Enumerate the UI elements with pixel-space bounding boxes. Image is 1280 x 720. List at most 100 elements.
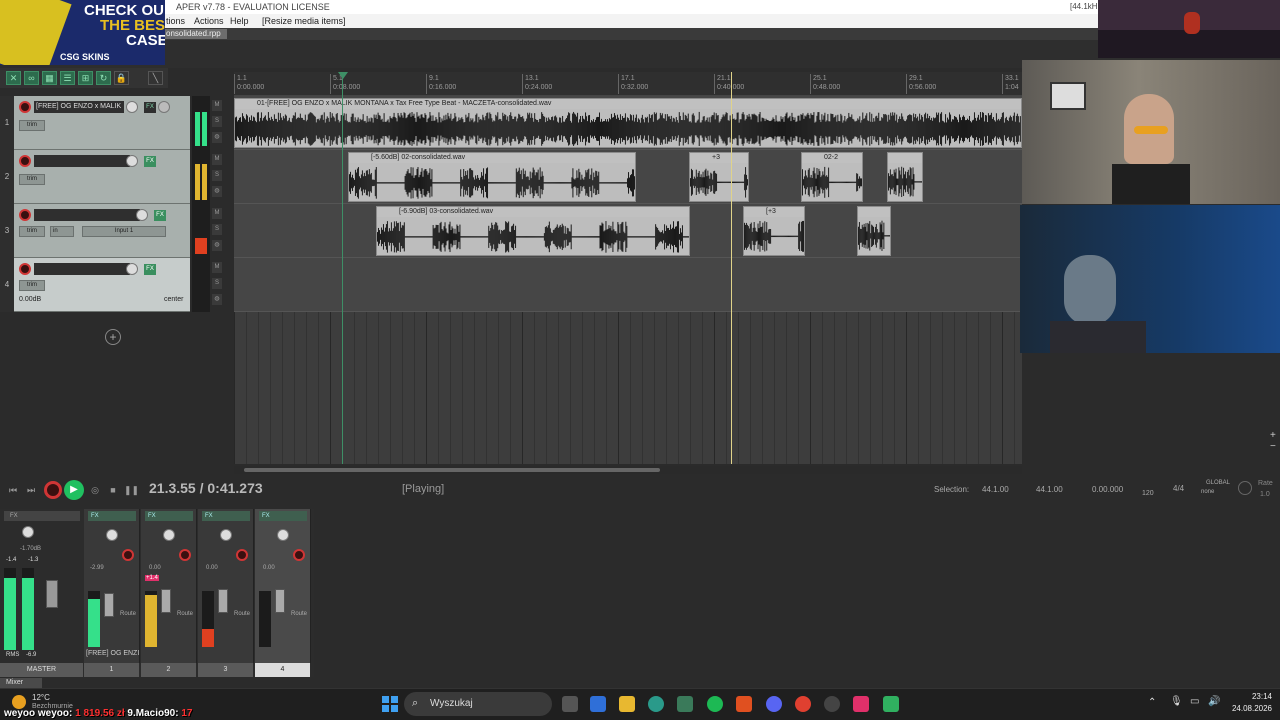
fx-button[interactable]: FX	[202, 511, 250, 521]
snap-icon[interactable]: ⊞	[78, 71, 93, 85]
solo-button[interactable]: S	[212, 278, 222, 289]
mixer-strip-2[interactable]: FX 0.00 +1.4 Route	[141, 509, 197, 669]
horizontal-scrollbar[interactable]	[234, 466, 1022, 474]
media-item[interactable]: 02-2	[801, 152, 863, 202]
master-pan-knob[interactable]	[22, 526, 34, 538]
trim-button[interactable]: trim	[19, 174, 45, 185]
pan-knob[interactable]	[158, 101, 170, 113]
route-button[interactable]: Route	[177, 611, 193, 617]
track-name[interactable]	[34, 263, 130, 275]
mixer-label-master[interactable]: MASTER	[0, 663, 84, 677]
record-arm-button[interactable]	[179, 549, 191, 561]
track-name[interactable]	[34, 155, 130, 167]
loop-toggle-icon[interactable]: ◎	[88, 483, 102, 497]
record-arm-button[interactable]	[19, 155, 31, 167]
mixer-strip-1[interactable]: FX -2.99 Route [FREE] OG ENZI	[84, 509, 140, 669]
grid-toggle-icon[interactable]: ✕	[6, 71, 21, 85]
media-item[interactable]: +3	[689, 152, 749, 202]
go-to-start-icon[interactable]: ⏮	[6, 483, 20, 497]
volume-knob[interactable]	[126, 155, 138, 167]
weather-temp[interactable]: 12°C	[32, 693, 50, 702]
trim-button[interactable]: trim	[19, 226, 45, 237]
timeline-ruler[interactable]: 1.1 0:00.000 5.1 0:08.000 9.1 0:16.000 13.1 0:2…	[234, 72, 1022, 96]
route-button[interactable]: Route	[234, 611, 250, 617]
trim-button[interactable]: trim	[19, 120, 45, 131]
tray-expand-icon[interactable]: ⌃	[1148, 697, 1156, 708]
add-track-icon[interactable]: +	[105, 329, 121, 345]
mixer-label-4[interactable]: 4	[255, 663, 311, 677]
menu-resize-media-items[interactable]: [Resize media items]	[262, 14, 346, 28]
link-icon[interactable]: ∞	[24, 71, 39, 85]
mute-button[interactable]: M	[212, 100, 222, 111]
selection-start[interactable]: 44.1.00	[982, 485, 1009, 494]
project-tab[interactable]: onsolidated.rpp	[160, 29, 227, 39]
scrollbar-thumb[interactable]	[244, 468, 660, 472]
store-icon[interactable]	[590, 696, 606, 712]
media-item[interactable]: [-6.90dB] 03-consolidated.wav	[376, 206, 690, 256]
menu-options[interactable]: tions	[166, 14, 185, 28]
mixer-tab[interactable]: Mixer	[0, 678, 42, 688]
time-position[interactable]: 21.3.55 / 0:41.273	[149, 480, 263, 496]
chrome-icon[interactable]	[795, 696, 811, 712]
fader[interactable]	[161, 589, 171, 613]
track-name[interactable]: [FREE] OG ENZO x MALIK	[34, 101, 124, 113]
mute-button[interactable]: M	[212, 262, 222, 273]
volume-icon[interactable]: 🔊	[1208, 696, 1220, 707]
mixer-label-3[interactable]: 3	[198, 663, 254, 677]
record-button[interactable]	[44, 481, 62, 499]
volume-knob[interactable]	[136, 209, 148, 221]
record-arm-button[interactable]	[19, 263, 31, 275]
clock-date[interactable]: 24.08.2026	[1224, 704, 1272, 713]
solo-button[interactable]: S	[212, 224, 222, 235]
pan-knob[interactable]	[106, 529, 118, 541]
record-arm-button[interactable]	[19, 101, 31, 113]
solo-button[interactable]: S	[212, 170, 222, 181]
record-arm-button[interactable]	[293, 549, 305, 561]
master-fader[interactable]	[46, 580, 58, 608]
envelope-icon[interactable]: ╲	[148, 71, 163, 85]
route-button[interactable]: Route	[291, 611, 307, 617]
rate-knob[interactable]	[1238, 481, 1252, 495]
mixer-strip-4[interactable]: FX 0.00 Route	[255, 509, 311, 669]
fx-button[interactable]: FX	[144, 264, 156, 275]
fx-button[interactable]: FX	[88, 511, 136, 521]
pause-icon[interactable]: ❚❚	[124, 483, 139, 497]
tiktok-icon[interactable]	[853, 696, 869, 712]
selection-length[interactable]: 0.00.000	[1092, 485, 1123, 494]
mixer-strip-3[interactable]: FX 0.00 Route	[198, 509, 254, 669]
taskbar-search[interactable]: Wyszukaj	[404, 692, 552, 716]
fx-button[interactable]: FX	[259, 511, 307, 521]
media-item[interactable]: [+3	[743, 206, 805, 256]
pan-knob[interactable]	[220, 529, 232, 541]
bpm-value[interactable]: 120	[1142, 490, 1154, 497]
fx-button[interactable]: FX	[144, 102, 156, 113]
media-item[interactable]	[857, 206, 891, 256]
input-monitor-button[interactable]: in	[50, 226, 74, 237]
media-item[interactable]: [-5.60dB] 02-consolidated.wav	[348, 152, 636, 202]
phase-icon[interactable]: ◍	[212, 294, 222, 305]
discord-icon[interactable]	[766, 696, 782, 712]
media-item[interactable]	[887, 152, 923, 202]
global-automation-value[interactable]: none	[1201, 489, 1214, 495]
pan-knob[interactable]	[277, 529, 289, 541]
track-name[interactable]	[34, 209, 140, 221]
mixer-label-2[interactable]: 2	[141, 663, 197, 677]
fader[interactable]	[275, 589, 285, 613]
mixer-label-1[interactable]: 1	[84, 663, 140, 677]
reaper-icon[interactable]	[824, 696, 840, 712]
fader[interactable]	[218, 589, 228, 613]
track-4[interactable]: 4 FX trim 0.00dB center	[0, 258, 190, 312]
solo-button[interactable]: S	[212, 116, 222, 127]
go-to-end-icon[interactable]: ⏭	[24, 483, 38, 497]
track-2[interactable]: 2 FX trim	[0, 150, 190, 204]
fader[interactable]	[104, 593, 114, 617]
clock-time[interactable]: 23:14	[1224, 692, 1272, 701]
track-3[interactable]: 3 FX trim in Input 1	[0, 204, 190, 258]
group-icon[interactable]: ▦	[42, 71, 57, 85]
selection-end[interactable]: 44.1.00	[1036, 485, 1063, 494]
mute-button[interactable]: M	[212, 154, 222, 165]
menu-help[interactable]: Help	[230, 14, 249, 28]
brave-icon[interactable]	[736, 696, 752, 712]
rate-value[interactable]: 1.0	[1260, 491, 1270, 498]
track-1[interactable]: 1 [FREE] OG ENZO x MALIK FX trim	[0, 96, 190, 150]
